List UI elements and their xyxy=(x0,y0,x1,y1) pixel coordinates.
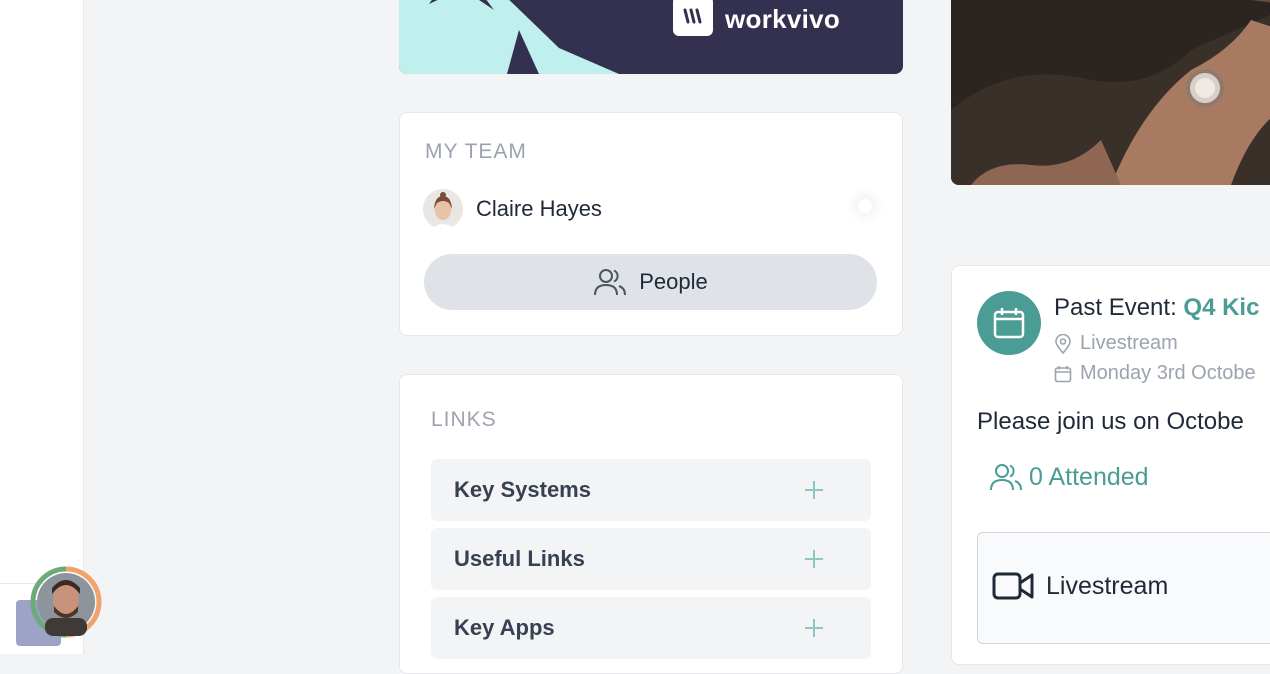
people-button-label: People xyxy=(639,269,708,294)
event-title-prefix: Past Event: xyxy=(1054,294,1177,321)
event-location: Livestream xyxy=(1054,332,1178,355)
event-title[interactable]: Past Event: Q4 Kic xyxy=(1054,294,1259,322)
link-item-label: Key Apps xyxy=(454,615,555,640)
brand-name: workvivo xyxy=(725,4,841,34)
link-item-label: Useful Links xyxy=(454,546,585,571)
people-icon xyxy=(594,269,627,296)
my-team-card: MY TEAM Claire Hayes People xyxy=(399,112,903,336)
event-date-label: Monday 3rd Octobe xyxy=(1080,362,1256,384)
team-member[interactable]: Claire Hayes xyxy=(423,189,602,229)
event-card: Past Event: Q4 Kic Livestream Monday 3rd… xyxy=(951,265,1270,665)
workvivo-logo-icon xyxy=(673,0,713,36)
member-name: Claire Hayes xyxy=(476,196,602,221)
event-date: Monday 3rd Octobe xyxy=(1054,362,1256,385)
calendar-small-icon xyxy=(1054,365,1072,382)
link-item-label: Key Systems xyxy=(454,477,591,502)
left-sidebar xyxy=(0,0,102,654)
attended-label: 0 Attended xyxy=(1029,462,1149,491)
livestream-label: Livestream xyxy=(1046,571,1169,600)
plus-icon[interactable] xyxy=(803,479,825,501)
attended-count[interactable]: 0 Attended xyxy=(989,462,1149,492)
people-icon xyxy=(990,464,1022,491)
event-location-label: Livestream xyxy=(1080,332,1178,354)
hero-banner: workvivo xyxy=(399,0,903,74)
link-item-key-apps[interactable]: Key Apps xyxy=(431,597,871,659)
links-card: LINKS Key Systems Useful Links Key Apps xyxy=(399,374,903,674)
map-pin-icon xyxy=(1055,333,1071,354)
featured-photo[interactable] xyxy=(951,0,1270,185)
plus-icon[interactable] xyxy=(803,617,825,639)
livestream-box[interactable]: Livestream xyxy=(977,532,1270,644)
calendar-icon xyxy=(977,291,1041,355)
event-description: Please join us on Octobe xyxy=(977,408,1244,435)
status-indicator xyxy=(858,199,872,213)
link-item-useful-links[interactable]: Useful Links xyxy=(431,528,871,590)
member-avatar xyxy=(423,189,463,229)
link-item-key-systems[interactable]: Key Systems xyxy=(431,459,871,521)
video-camera-icon xyxy=(992,572,1034,600)
links-title: LINKS xyxy=(431,408,497,431)
plus-icon[interactable] xyxy=(803,548,825,570)
people-button[interactable]: People xyxy=(424,254,877,310)
user-avatar[interactable] xyxy=(28,566,104,638)
event-name-link[interactable]: Q4 Kic xyxy=(1183,294,1259,321)
my-team-title: MY TEAM xyxy=(425,140,527,163)
